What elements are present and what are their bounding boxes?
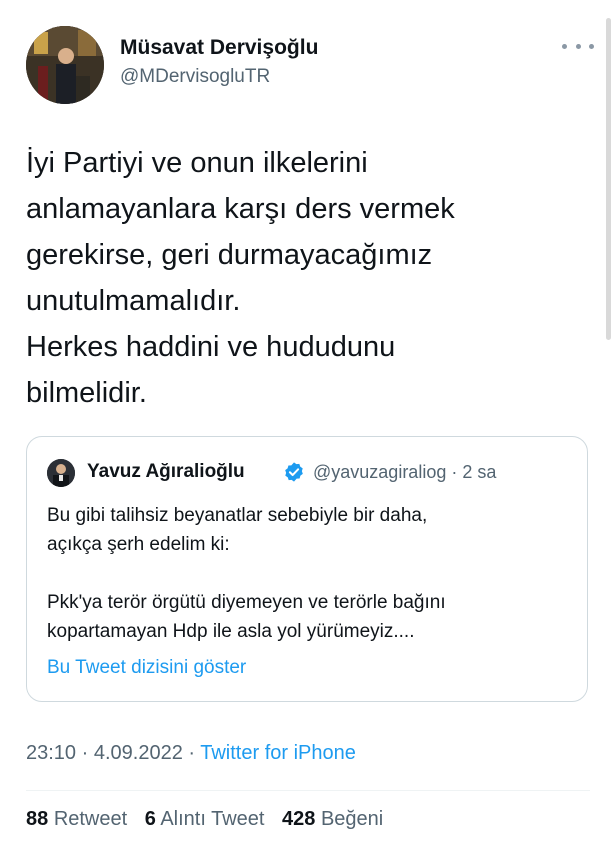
quoted-author-avatar bbox=[47, 459, 75, 487]
quote-tweets-stat[interactable]: 6 Alıntı Tweet bbox=[145, 808, 265, 830]
author-avatar[interactable] bbox=[26, 26, 104, 104]
likes-count: 428 bbox=[282, 808, 316, 830]
tweet-meta: 23:10 · 4.09.2022 · Twitter for iPhone bbox=[26, 742, 356, 765]
quoted-text: Bu gibi talihsiz beyanatlar sebebiyle bi… bbox=[47, 501, 577, 646]
likes-stat[interactable]: 428 Beğeni bbox=[282, 808, 383, 830]
quoted-line: Pkk'ya terör örgütü diyemeyen ve terörle… bbox=[47, 592, 446, 613]
tweet-source-link[interactable]: Twitter for iPhone bbox=[200, 742, 356, 764]
retweets-stat[interactable]: 88 Retweet bbox=[26, 808, 127, 830]
tweet-line: Herkes haddini ve hududunu bbox=[26, 331, 396, 363]
meta-separator: · bbox=[182, 742, 201, 764]
tweet-text: İyi Partiyi ve onun ilkelerini anlamayan… bbox=[26, 140, 586, 416]
quotes-count: 6 bbox=[144, 808, 156, 830]
verified-badge-icon bbox=[285, 462, 303, 482]
tweet-time[interactable]: 23:10 bbox=[26, 742, 76, 764]
show-thread-link[interactable]: Bu Tweet dizisini göster bbox=[47, 657, 246, 679]
tweet-line: anlamayanlara karşı ders vermek bbox=[26, 193, 455, 225]
tweet-line: gerekirse, geri durmayacağımız bbox=[26, 239, 433, 271]
author-name[interactable]: Müsavat Dervişoğlu bbox=[120, 36, 318, 60]
likes-label: Beğeni bbox=[320, 808, 384, 830]
quoted-author-name: Yavuz Ağıralioğlu bbox=[87, 461, 245, 482]
scrollbar[interactable] bbox=[606, 18, 611, 340]
divider bbox=[26, 790, 590, 791]
quoted-line: açıkça şerh edelim ki: bbox=[47, 534, 230, 555]
tweet-line: İyi Partiyi ve onun ilkelerini bbox=[26, 147, 368, 179]
tweet-date[interactable]: 4.09.2022 bbox=[94, 742, 183, 764]
quoted-line: Bu gibi talihsiz beyanatlar sebebiyle bi… bbox=[47, 505, 428, 526]
author-handle[interactable]: @MDervisogluTR bbox=[120, 66, 270, 88]
quoted-line: kopartamayan Hdp ile asla yol yürümeyiz.… bbox=[47, 621, 415, 642]
dot-icon bbox=[589, 43, 594, 49]
tweet-line: unutulmamalıdır. bbox=[26, 285, 241, 317]
tweet-stats: 88 Retweet 6 Alıntı Tweet 428 Beğeni bbox=[26, 808, 395, 831]
more-options-icon[interactable] bbox=[562, 36, 594, 56]
tweet-line: bilmelidir. bbox=[26, 377, 147, 409]
retweets-count: 88 bbox=[26, 808, 49, 830]
quoted-handle-time: @yavuzagiraliog · 2 sa bbox=[313, 462, 497, 482]
quotes-label: Alıntı Tweet bbox=[160, 808, 265, 830]
quoted-tweet[interactable]: Yavuz Ağıralioğlu @yavuzagiraliog · 2 sa… bbox=[26, 436, 588, 702]
dot-icon bbox=[562, 43, 567, 49]
retweets-label: Retweet bbox=[53, 808, 128, 830]
dot-icon bbox=[575, 43, 581, 49]
meta-separator: · bbox=[76, 742, 94, 764]
